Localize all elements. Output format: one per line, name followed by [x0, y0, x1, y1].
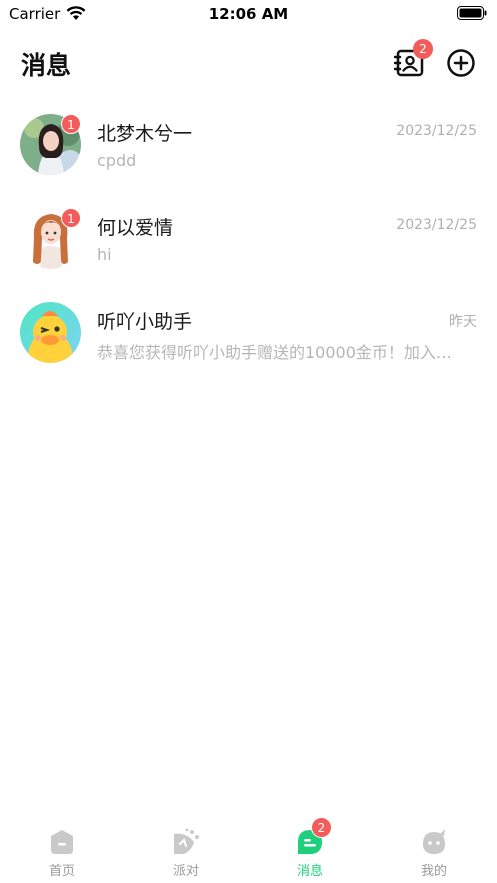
- tab-home[interactable]: 首页: [0, 818, 124, 883]
- tab-party[interactable]: 派对: [124, 818, 248, 883]
- page-title: 消息: [21, 51, 72, 80]
- conversation-time: 昨天: [449, 314, 477, 330]
- home-icon: [51, 830, 73, 854]
- tab-badge: 2: [311, 817, 332, 838]
- unread-badge: 1: [61, 208, 81, 228]
- tab-label: 派对: [172, 864, 199, 879]
- party-icon: [174, 828, 199, 854]
- battery-icon: [457, 6, 487, 20]
- conversation-item[interactable]: 1 何以爱情 2023/12/25 hi: [0, 208, 497, 296]
- duck-assistant-avatar-icon: [20, 302, 81, 363]
- conversation-name: 听吖小助手: [97, 311, 193, 333]
- status-bar: Carrier 12:06 AM: [0, 0, 497, 30]
- conversation-item[interactable]: 听吖小助手 昨天 恭喜您获得听吖小助手赠送的10000金币！加入…: [0, 302, 497, 390]
- conversation-item[interactable]: 1 北梦木兮一 2023/12/25 cpdd: [0, 114, 497, 202]
- tab-label: 消息: [296, 864, 323, 879]
- tab-label: 我的: [420, 864, 447, 879]
- plus-circle-icon: [447, 49, 475, 77]
- tab-profile[interactable]: 我的: [372, 818, 496, 883]
- header: 消息 2: [0, 30, 497, 96]
- tab-bar: 首页 派对 2 消息 我的: [0, 817, 497, 883]
- profile-icon: [423, 829, 445, 854]
- clock: 12:06 AM: [208, 5, 289, 23]
- tab-label: 首页: [48, 864, 75, 879]
- conversation-last-message: 恭喜您获得听吖小助手赠送的10000金币！加入…: [97, 343, 452, 362]
- conversation-last-message: cpdd: [97, 151, 137, 170]
- conversation-time: 2023/12/25: [396, 123, 477, 139]
- conversation-name: 何以爱情: [97, 217, 174, 239]
- conversation-name: 北梦木兮一: [97, 123, 193, 145]
- conversation-time: 2023/12/25: [396, 217, 477, 233]
- unread-badge: 1: [61, 114, 81, 134]
- conversation-last-message: hi: [97, 245, 112, 264]
- contacts-badge: 2: [413, 39, 433, 59]
- add-button[interactable]: [446, 48, 476, 78]
- tab-messages[interactable]: 2 消息: [248, 817, 372, 883]
